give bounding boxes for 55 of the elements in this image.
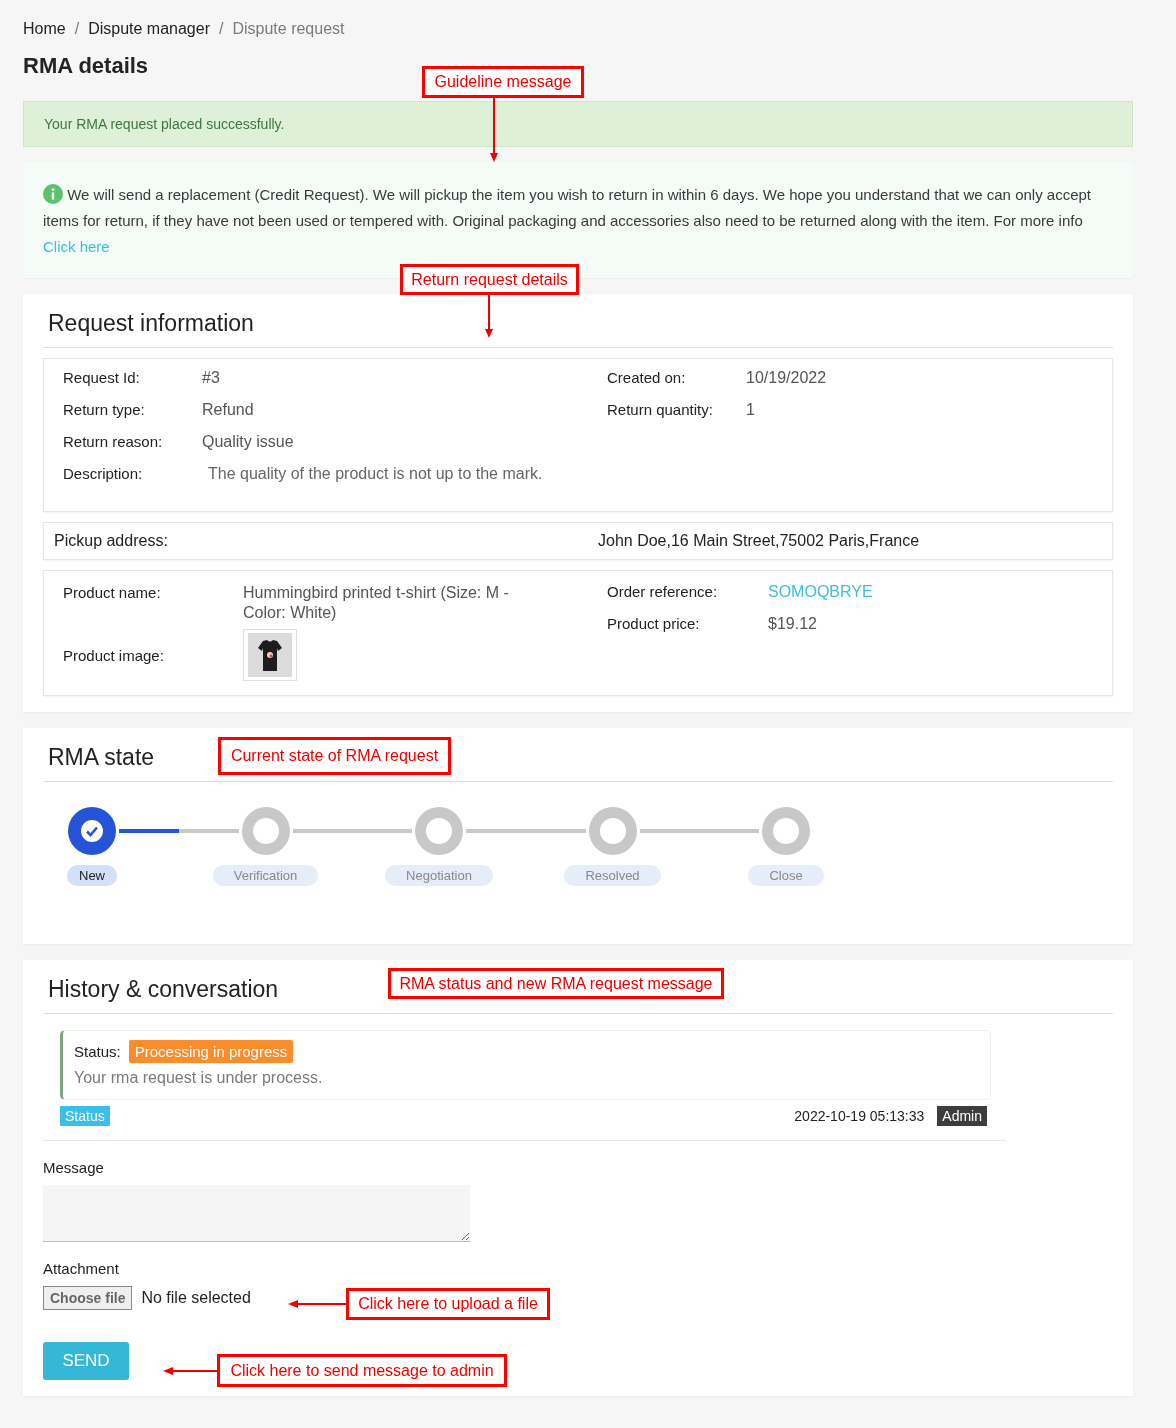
field-value: Hummingbird printed t-shirt (Size: M - Color: White): [243, 583, 510, 623]
author-badge: Admin: [937, 1106, 987, 1126]
field-label: Order reference:: [607, 583, 719, 600]
annotation-arrow: [489, 98, 499, 162]
annotation-arrow: [484, 295, 494, 338]
status-badge: Processing in progress: [128, 1040, 294, 1063]
field-label: Product image:: [63, 646, 165, 664]
step-label: Resolved: [564, 865, 661, 886]
success-alert: Your RMA request placed successfully.: [23, 101, 1133, 147]
step-label: Negotiation: [385, 865, 493, 886]
info-message: We will send a replacement (Credit Request). We will pickup the item you wish to return in within 6 days. We hope you understand that we can only accept items for return, if they have not been used or tempered with. Original packaging and accessories also need to be returned along with the item. For more info Click here: [43, 183, 1092, 257]
annotation-arrow: [163, 1366, 217, 1376]
breadcrumb-separator: /: [74, 20, 80, 38]
message-label: Message: [43, 1159, 105, 1176]
field-label: Created on:: [607, 369, 687, 386]
info-icon: [43, 184, 63, 204]
step-label: Verification: [212, 865, 319, 886]
annotation-label: Click here to upload a file: [346, 1288, 550, 1320]
field-value: The quality of the product is not up to the mark.: [207, 465, 543, 483]
file-status: No file selected: [141, 1289, 251, 1307]
annotation-label: Click here to send message to admin: [217, 1354, 507, 1387]
field-label: Return quantity:: [607, 401, 714, 418]
field-label: Product price:: [607, 615, 701, 632]
annotation-label: RMA status and new RMA request message: [388, 968, 724, 999]
field-label: Request Id:: [63, 369, 141, 386]
annotation-label: Guideline message: [422, 66, 584, 98]
field-value: 10/19/2022: [746, 369, 827, 387]
status-label: Status:: [74, 1043, 121, 1060]
field-value: 1: [746, 401, 755, 419]
annotation-label: Current state of RMA request: [218, 737, 451, 775]
choose-file-button[interactable]: Choose file: [43, 1286, 133, 1310]
field-label: Return reason:: [63, 433, 164, 450]
field-value: $19.12: [768, 615, 817, 633]
breadcrumb-link[interactable]: Dispute manager: [88, 20, 210, 38]
page-title: RMA details: [23, 53, 150, 79]
field-label: Description:: [63, 465, 144, 482]
field-value: Refund: [202, 401, 254, 419]
field-label: Product name:: [63, 584, 162, 601]
field-value: John Doe,16 Main Street,75002 Paris,France: [598, 532, 920, 550]
field-label: Return type:: [63, 401, 146, 418]
annotation-label: Return request details: [400, 264, 579, 295]
step-label: New: [67, 865, 117, 886]
annotation-arrow: [288, 1299, 346, 1309]
field-value: #3: [202, 369, 220, 387]
message-field[interactable]: [43, 1185, 470, 1242]
field-value: Quality issue: [202, 433, 294, 451]
breadcrumb-link[interactable]: Home: [23, 20, 66, 38]
type-badge: Status: [60, 1106, 110, 1126]
step-label: Close: [748, 865, 824, 886]
breadcrumb-separator: /: [219, 20, 224, 38]
attachment-label: Attachment: [43, 1260, 120, 1277]
section-heading: Request information: [43, 308, 1113, 348]
history-message: Your rma request is under process.: [74, 1069, 324, 1087]
timestamp: 2022-10-19 05:13:33: [794, 1108, 925, 1124]
field-label: Pickup address:: [54, 532, 169, 550]
